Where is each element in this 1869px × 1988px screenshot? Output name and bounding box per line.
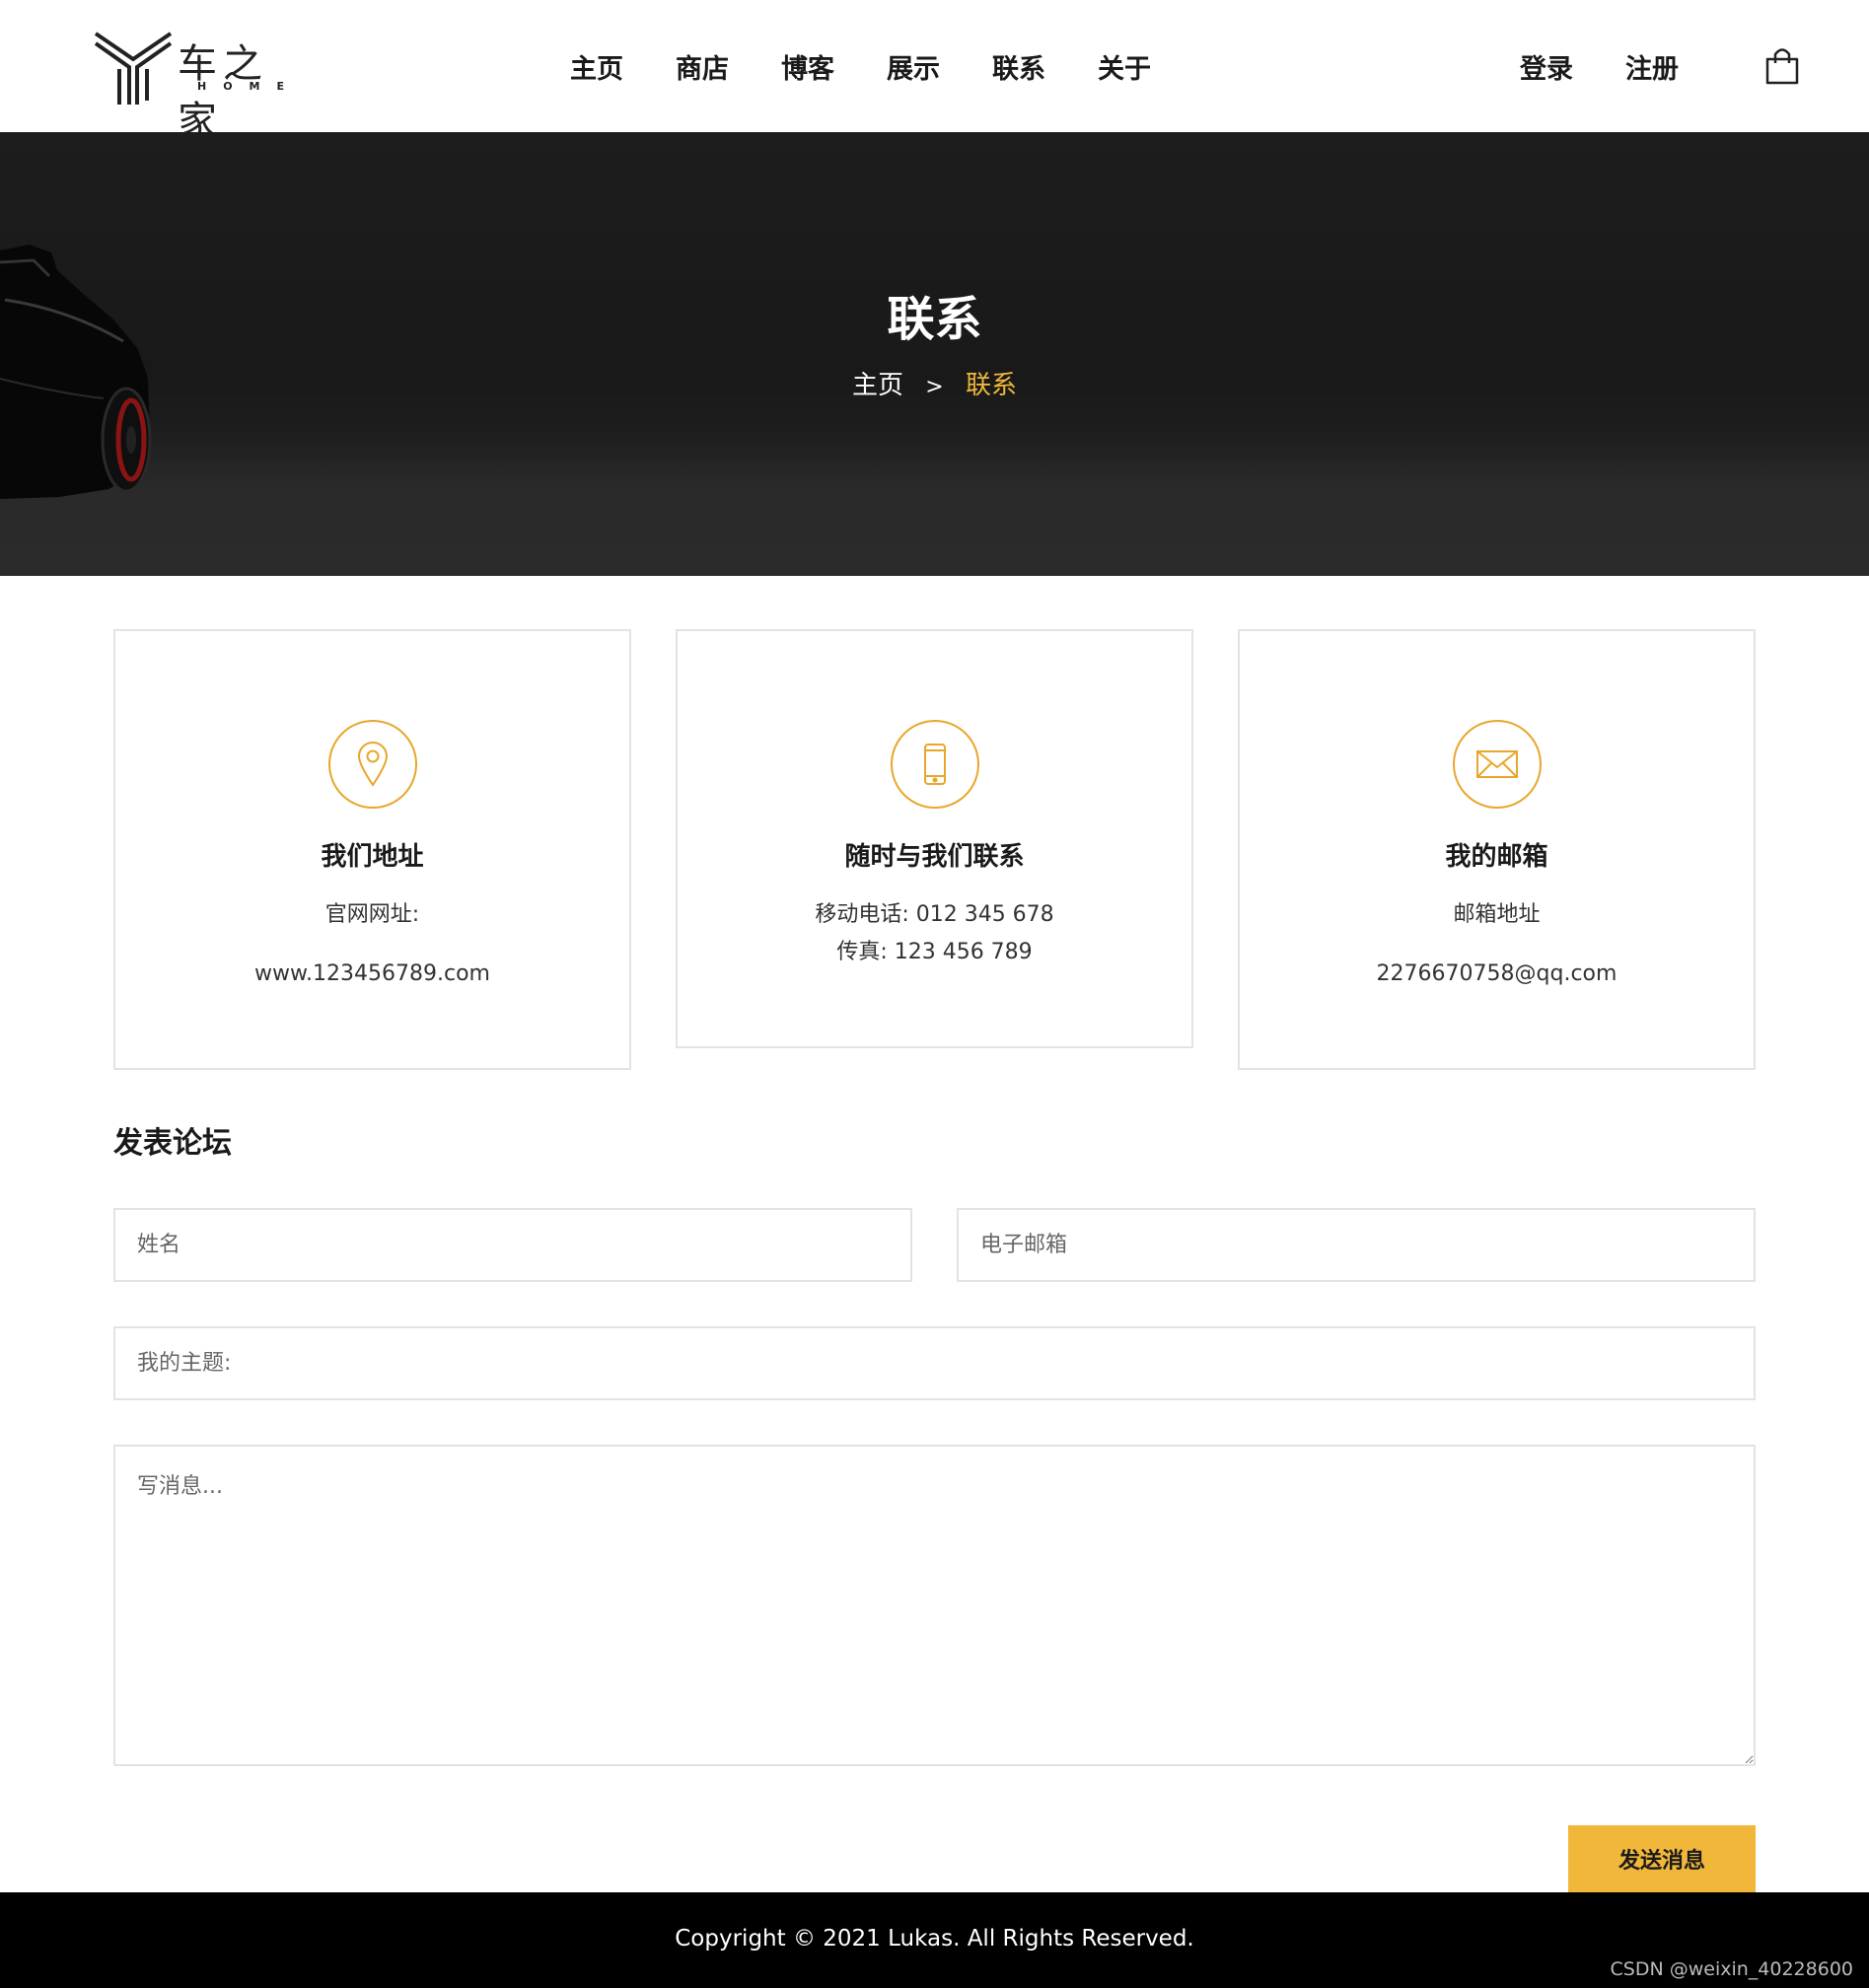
page-title: 联系	[887, 292, 982, 347]
site-logo[interactable]: 车之家 HOME	[94, 26, 311, 144]
phone-icon-circle	[890, 720, 979, 809]
logo-mark-icon	[94, 32, 173, 105]
email-card-address: 2276670758@qq.com	[1376, 961, 1617, 986]
banner-floor	[0, 438, 1869, 576]
address-card-website: www.123456789.com	[254, 961, 490, 986]
email-icon-circle	[1452, 720, 1542, 809]
subject-input[interactable]	[113, 1326, 1756, 1400]
watermark-text: CSDN @weixin_40228600	[1610, 1958, 1854, 1980]
map-pin-icon	[357, 742, 388, 787]
message-textarea[interactable]	[113, 1445, 1756, 1766]
email-card-label: 邮箱地址	[1453, 902, 1541, 927]
account-links: 登录 注册	[1520, 47, 1679, 86]
phone-card-mobile: 移动电话: 012 345 678	[815, 902, 1054, 927]
main-nav: 主页 商店 博客 展示 联系 关于	[570, 47, 1151, 86]
mobile-phone-icon	[923, 744, 946, 785]
breadcrumb-separator: >	[925, 375, 944, 399]
email-card-title: 我的邮箱	[1445, 842, 1548, 872]
address-card-title: 我们地址	[321, 842, 424, 872]
nav-item-shop[interactable]: 商店	[676, 47, 729, 86]
phone-card-fax: 传真: 123 456 789	[836, 940, 1033, 964]
send-message-button[interactable]: 发送消息	[1568, 1825, 1756, 1892]
breadcrumb-current: 联系	[965, 371, 1017, 400]
page-banner: 联系 主页 > 联系	[0, 132, 1869, 576]
copyright-text: Copyright © 2021 Lukas. All Rights Reser…	[675, 1926, 1194, 1952]
name-input[interactable]	[113, 1208, 912, 1282]
nav-item-home[interactable]: 主页	[570, 47, 623, 86]
nav-item-contact[interactable]: 联系	[992, 47, 1045, 86]
email-card: 我的邮箱 邮箱地址 2276670758@qq.com	[1238, 629, 1756, 1070]
nav-item-blog[interactable]: 博客	[781, 47, 834, 86]
address-card: 我们地址 官网网址: www.123456789.com	[113, 629, 631, 1070]
address-icon-circle	[327, 720, 417, 809]
email-input[interactable]	[957, 1208, 1756, 1282]
cart-button[interactable]	[1764, 45, 1800, 85]
shopping-bag-icon	[1765, 48, 1799, 85]
envelope-icon	[1475, 750, 1518, 778]
nav-item-showcase[interactable]: 展示	[887, 47, 940, 86]
breadcrumb: 主页 > 联系	[0, 365, 1869, 401]
nav-item-about[interactable]: 关于	[1098, 47, 1151, 86]
login-link[interactable]: 登录	[1520, 47, 1573, 86]
phone-card-title: 随时与我们联系	[844, 842, 1025, 872]
site-header: 车之家 HOME 主页 商店 博客 展示 联系 关于 登录 注册	[0, 0, 1869, 144]
phone-card: 随时与我们联系 移动电话: 012 345 678 传真: 123 456 78…	[676, 629, 1193, 1048]
breadcrumb-home[interactable]: 主页	[852, 371, 903, 400]
register-link[interactable]: 注册	[1625, 47, 1679, 86]
logo-subtitle: HOME	[197, 80, 302, 93]
form-title: 发表论坛	[113, 1126, 232, 1161]
address-card-label: 官网网址:	[324, 902, 420, 927]
site-footer: Copyright © 2021 Lukas. All Rights Reser…	[0, 1892, 1869, 1988]
